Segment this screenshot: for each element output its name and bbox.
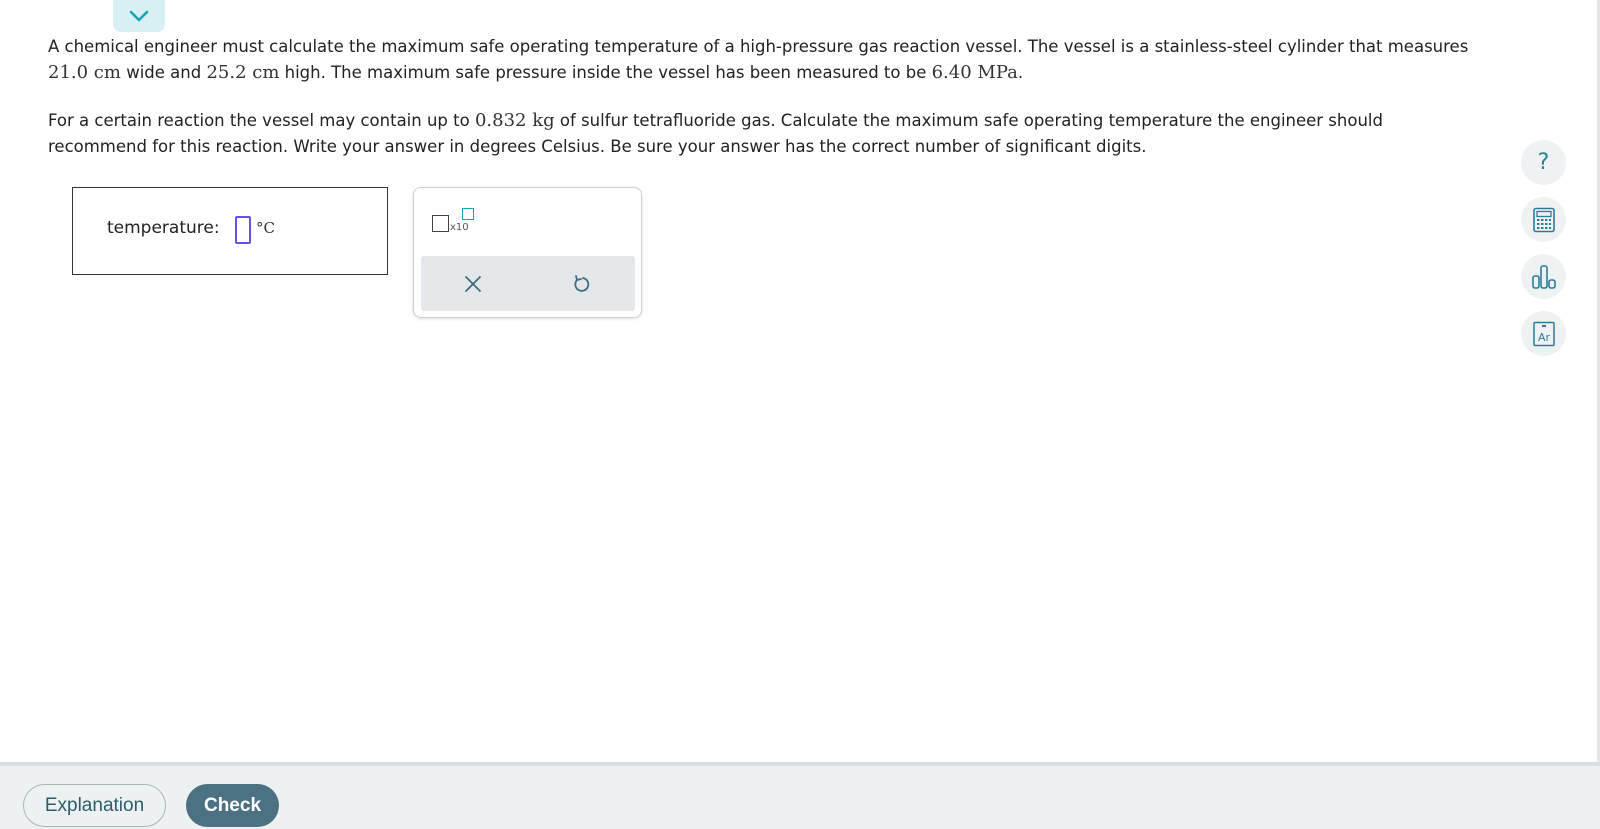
calculator-button[interactable]	[1521, 197, 1566, 242]
undo-button[interactable]	[559, 266, 603, 302]
periodic-table-label: Ar	[1537, 331, 1550, 344]
periodic-table-button[interactable]: Ar	[1521, 311, 1566, 356]
keypad-actions	[421, 256, 635, 311]
gas-mass: 0.832 kg	[474, 110, 555, 131]
vessel-pressure: 6.40 MPa	[931, 62, 1018, 83]
problem-text: For a certain reaction the vessel may co…	[48, 111, 475, 130]
answer-unit: °C	[256, 219, 275, 237]
clear-button[interactable]	[451, 266, 495, 302]
problem-text: .	[1017, 63, 1024, 82]
vessel-width: 21.0 cm	[48, 62, 121, 83]
problem-paragraph-2: For a certain reaction the vessel may co…	[48, 108, 1478, 160]
answer-area: temperature: °C	[72, 187, 388, 275]
data-chart-button[interactable]	[1521, 254, 1566, 299]
problem-statement: A chemical engineer must calculate the m…	[48, 34, 1478, 182]
problem-paragraph-1: A chemical engineer must calculate the m…	[48, 34, 1478, 86]
bar-chart-icon	[1531, 264, 1556, 289]
footer-bar: Explanation Check	[0, 762, 1600, 829]
collapse-toggle[interactable]	[113, 0, 165, 32]
vessel-height: 25.2 cm	[206, 62, 280, 83]
scientific-notation-button[interactable]: x10	[432, 208, 480, 238]
explanation-button[interactable]: Explanation	[23, 784, 166, 827]
help-button[interactable]: ?	[1521, 140, 1566, 185]
calculator-icon	[1532, 207, 1555, 232]
x10-label: x10	[450, 222, 469, 233]
problem-text: wide and	[120, 63, 207, 82]
base-box-icon	[432, 215, 449, 232]
answer-label: temperature:	[107, 218, 220, 238]
close-icon	[465, 276, 481, 292]
exponent-box-icon	[462, 208, 474, 220]
periodic-table-icon: Ar	[1532, 321, 1555, 346]
math-keypad: x10	[413, 187, 642, 318]
problem-text: high. The maximum safe pressure inside t…	[279, 63, 932, 82]
chevron-down-icon	[129, 10, 149, 22]
check-button[interactable]: Check	[186, 784, 279, 827]
problem-text: A chemical engineer must calculate the m…	[48, 37, 1469, 56]
help-icon: ?	[1537, 150, 1550, 175]
temperature-input[interactable]	[235, 216, 251, 244]
undo-icon	[574, 275, 590, 292]
